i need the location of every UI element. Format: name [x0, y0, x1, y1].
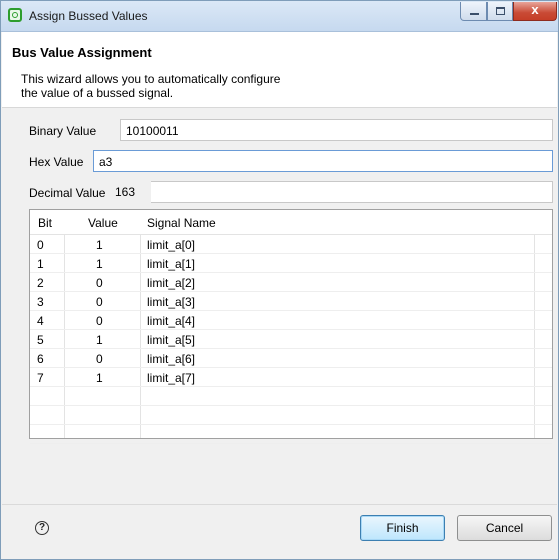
- page-title: Bus Value Assignment: [12, 45, 152, 60]
- hex-value-label: Hex Value: [29, 155, 84, 169]
- cell-bit: 0: [37, 238, 44, 252]
- page-description: This wizard allows you to automatically …: [21, 72, 341, 100]
- binary-value-label: Binary Value: [29, 124, 97, 138]
- description-line-1: This wizard allows you to automatically …: [21, 72, 281, 86]
- cell-signal-name: limit_a[7]: [147, 371, 196, 385]
- header-value[interactable]: Value: [88, 216, 118, 230]
- table-row[interactable]: 2 0 limit_a[2]: [30, 273, 552, 292]
- table-row[interactable]: 7 1 limit_a[7]: [30, 368, 552, 387]
- cancel-button[interactable]: Cancel: [457, 515, 552, 541]
- decimal-field-box: [151, 181, 553, 203]
- hex-value-field[interactable]: a3: [93, 150, 553, 172]
- maximize-button[interactable]: [487, 2, 513, 21]
- title-bar[interactable]: Assign Bussed Values x: [1, 1, 558, 32]
- cell-bit: 2: [37, 276, 44, 290]
- wizard-header: Bus Value Assignment This wizard allows …: [2, 32, 557, 108]
- table-row[interactable]: 3 0 limit_a[3]: [30, 292, 552, 311]
- table-row[interactable]: 4 0 limit_a[4]: [30, 311, 552, 330]
- cell-value: 1: [96, 257, 103, 271]
- cell-value: 1: [96, 238, 103, 252]
- cell-bit: 1: [37, 257, 44, 271]
- close-button[interactable]: x: [513, 2, 557, 21]
- table-header: Bit Value Signal Name: [30, 210, 552, 235]
- cell-bit: 6: [37, 352, 44, 366]
- table-row[interactable]: 6 0 limit_a[6]: [30, 349, 552, 368]
- header-bit[interactable]: Bit: [38, 216, 52, 230]
- finish-button[interactable]: Finish: [360, 515, 445, 541]
- cell-signal-name: limit_a[0]: [147, 238, 196, 252]
- cell-bit: 4: [37, 314, 44, 328]
- help-icon[interactable]: ?: [35, 521, 49, 535]
- minimize-icon: [470, 13, 479, 15]
- cell-value: 0: [96, 276, 103, 290]
- cell-bit: 3: [37, 295, 44, 309]
- cell-value: 1: [96, 333, 103, 347]
- table-row[interactable]: [30, 425, 552, 444]
- minimize-button[interactable]: [460, 2, 487, 21]
- decimal-value-label-text: Decimal Value: [29, 186, 106, 200]
- cell-signal-name: limit_a[6]: [147, 352, 196, 366]
- table-row[interactable]: 5 1 limit_a[5]: [30, 330, 552, 349]
- table-row[interactable]: 0 1 limit_a[0]: [30, 235, 552, 254]
- description-line-2: the value of a bussed signal.: [21, 86, 174, 100]
- cell-value: 0: [96, 295, 103, 309]
- cell-bit: 5: [37, 333, 44, 347]
- close-icon: x: [531, 2, 539, 17]
- cell-signal-name: limit_a[2]: [147, 276, 196, 290]
- window-title: Assign Bussed Values: [29, 9, 148, 23]
- cell-signal-name: limit_a[3]: [147, 295, 196, 309]
- table-row[interactable]: [30, 406, 552, 425]
- cell-bit: 7: [37, 371, 44, 385]
- table-row[interactable]: [30, 387, 552, 406]
- dialog-window: Assign Bussed Values x Bus Value Assignm…: [0, 0, 559, 560]
- cell-signal-name: limit_a[4]: [147, 314, 196, 328]
- maximize-icon: [496, 7, 505, 15]
- table-row[interactable]: 1 1 limit_a[1]: [30, 254, 552, 273]
- cell-value: 1: [96, 371, 103, 385]
- app-icon: [8, 8, 22, 22]
- cell-signal-name: limit_a[1]: [147, 257, 196, 271]
- decimal-value-label: Decimal Value: [29, 186, 105, 200]
- footer-divider: [2, 504, 557, 505]
- header-signal-name[interactable]: Signal Name: [147, 216, 216, 230]
- cell-value: 0: [96, 352, 103, 366]
- binary-value-field[interactable]: 10100011: [120, 119, 553, 141]
- bit-table[interactable]: Bit Value Signal Name 0 1 limit_a[0] 1 1 limi…: [29, 209, 553, 444]
- cell-value: 0: [96, 314, 103, 328]
- cell-signal-name: limit_a[5]: [147, 333, 196, 347]
